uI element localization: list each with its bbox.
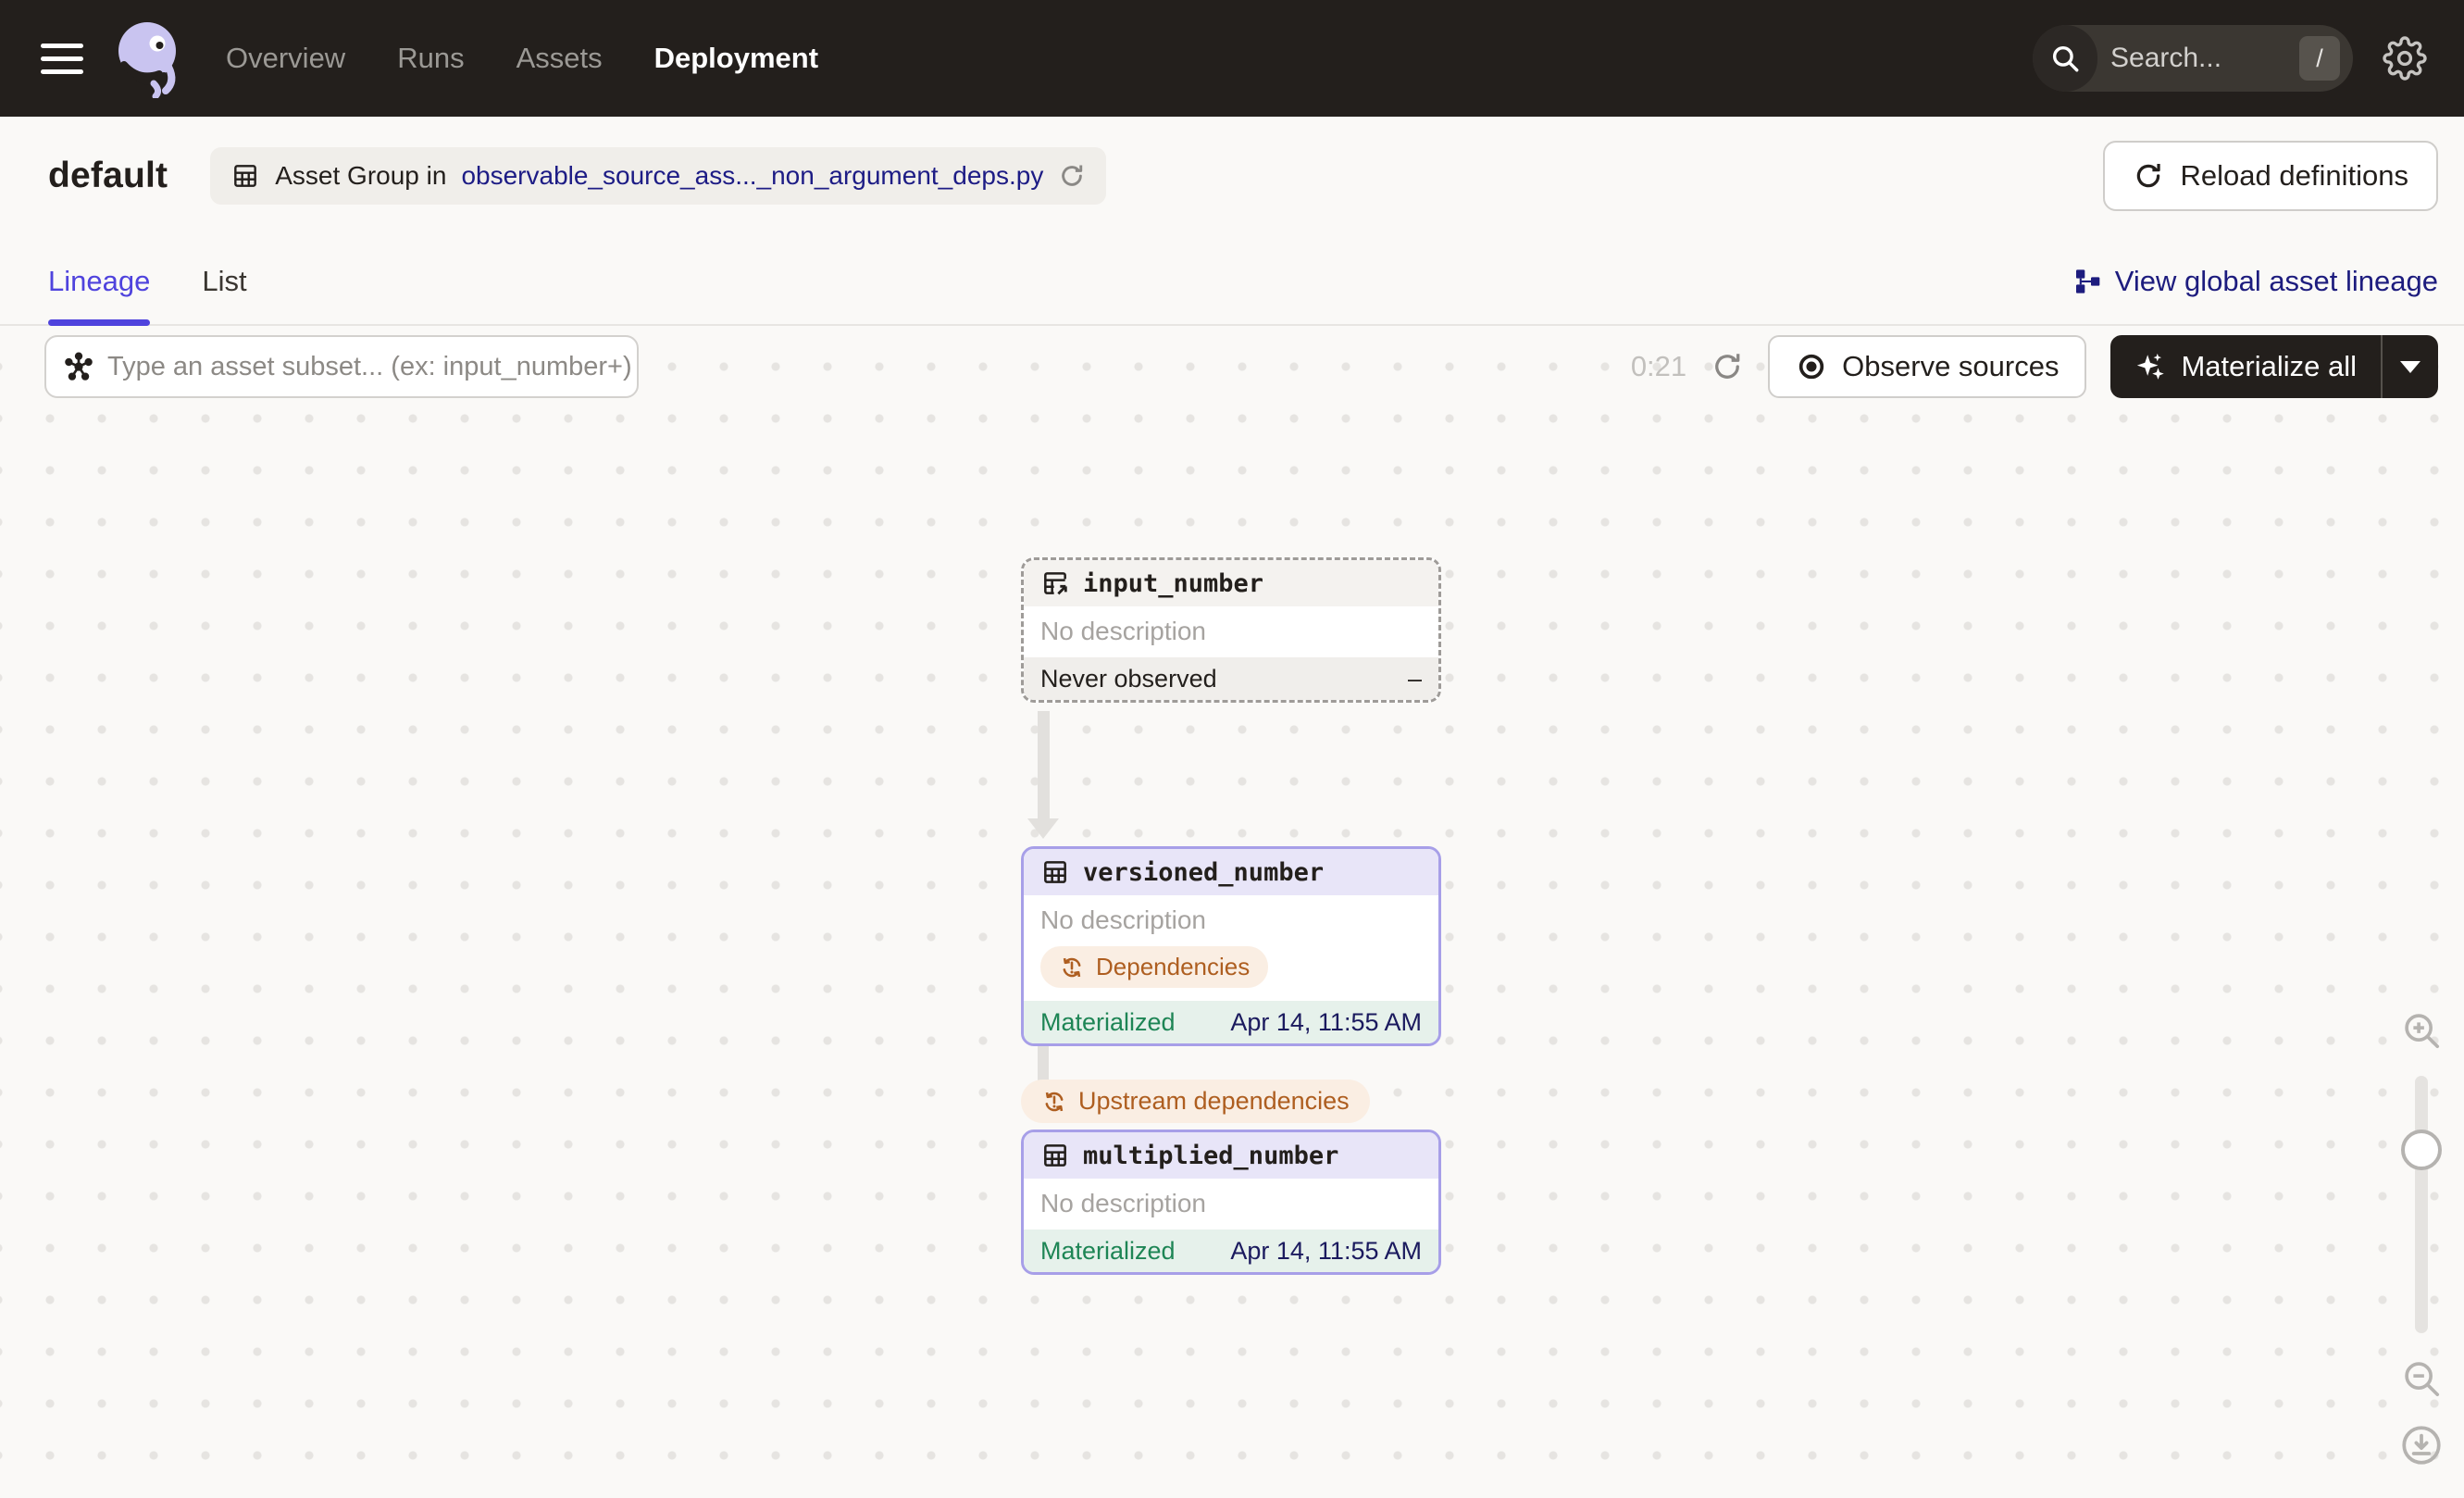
- search-input[interactable]: [2097, 43, 2299, 74]
- asset-description: No description: [1024, 606, 1438, 657]
- asset-name: multiplied_number: [1083, 1141, 1339, 1170]
- asset-status-value: –: [1407, 664, 1422, 693]
- gear-icon[interactable]: [2383, 36, 2427, 81]
- upstream-dependencies-badge[interactable]: Upstream dependencies: [1021, 1080, 1370, 1123]
- dagster-logo[interactable]: [111, 19, 183, 98]
- dependencies-changed-badge[interactable]: Dependencies: [1040, 946, 1269, 988]
- asset-description: No description: [1024, 1179, 1438, 1230]
- sparkle-icon: [2137, 353, 2165, 380]
- asset-node-versioned-number[interactable]: versioned_number No description Dependen…: [1021, 846, 1441, 1046]
- asset-subset-input[interactable]: [94, 351, 633, 382]
- table-icon: [1044, 1144, 1066, 1167]
- primary-nav: Overview Runs Assets Deployment: [226, 42, 818, 75]
- download-icon[interactable]: [2398, 1422, 2445, 1468]
- dagster-app: Overview Runs Assets Deployment / defaul…: [0, 0, 2464, 1498]
- nav-assets[interactable]: Assets: [516, 42, 603, 75]
- source-table-icon: [1044, 572, 1067, 595]
- asset-status: Never observed: [1040, 664, 1217, 693]
- asset-status-timestamp: Apr 14, 11:55 AM: [1230, 1236, 1422, 1265]
- top-nav-bar: Overview Runs Assets Deployment /: [0, 0, 2464, 117]
- lineage-graph-icon: [2075, 269, 2100, 293]
- refresh-icon[interactable]: [1058, 162, 1086, 190]
- materialize-all-button: Materialize all: [2110, 335, 2438, 398]
- hamburger-menu-icon[interactable]: [41, 43, 83, 74]
- nav-overview[interactable]: Overview: [226, 42, 345, 75]
- asset-subset-filter[interactable]: [44, 335, 639, 398]
- table-icon: [1044, 861, 1066, 883]
- tab-lineage[interactable]: Lineage: [48, 265, 151, 326]
- asset-status-timestamp: Apr 14, 11:55 AM: [1230, 1007, 1422, 1036]
- asset-name: versioned_number: [1083, 857, 1325, 887]
- zoom-in-icon[interactable]: [2400, 1009, 2443, 1052]
- refresh-timer: 0:21: [1630, 350, 1687, 382]
- lineage-canvas[interactable]: 0:21 Observe sources: [0, 328, 2464, 1498]
- page-title: default: [48, 156, 168, 195]
- asset-node-input-number[interactable]: input_number No description Never observ…: [1021, 557, 1441, 703]
- observe-sources-button[interactable]: Observe sources: [1768, 335, 2087, 398]
- zoom-controls: [2392, 1009, 2451, 1468]
- asset-group-file-link[interactable]: observable_source_ass..._non_argument_de…: [461, 161, 1043, 191]
- asset-group-pill: Asset Group in observable_source_ass..._…: [210, 147, 1107, 205]
- refresh-icon[interactable]: [1711, 350, 1744, 383]
- zoom-slider[interactable]: [2401, 1076, 2442, 1333]
- view-global-asset-lineage-link[interactable]: View global asset lineage: [2072, 265, 2438, 324]
- asset-status: Materialized: [1040, 1007, 1176, 1036]
- refresh-icon: [2136, 163, 2160, 188]
- asset-description: No description: [1024, 895, 1438, 946]
- asset-subset-icon: [65, 352, 93, 381]
- asset-group-prefix: Asset Group in: [275, 161, 447, 190]
- search-icon: [2033, 25, 2097, 92]
- sync-warning-icon: [1063, 957, 1081, 977]
- eye-icon: [1798, 354, 1824, 380]
- nav-deployment[interactable]: Deployment: [654, 42, 818, 75]
- asset-node-multiplied-number[interactable]: multiplied_number No description Materia…: [1021, 1130, 1441, 1275]
- slash-shortcut-badge: /: [2299, 36, 2340, 81]
- caret-down-icon: [2400, 360, 2420, 373]
- tab-bar: Lineage List View global asset lineage: [0, 235, 2464, 326]
- graph-toolbar: 0:21 Observe sources: [44, 335, 2438, 398]
- zoom-out-icon[interactable]: [2400, 1357, 2443, 1400]
- nav-runs[interactable]: Runs: [397, 42, 464, 75]
- reload-definitions-button[interactable]: Reload definitions: [2102, 141, 2438, 211]
- tab-list[interactable]: List: [202, 265, 246, 324]
- sync-warning-icon: [1045, 1092, 1064, 1111]
- asset-status: Materialized: [1040, 1236, 1176, 1265]
- global-search[interactable]: /: [2033, 25, 2353, 92]
- asset-name: input_number: [1083, 568, 1264, 598]
- materialize-dropdown-button[interactable]: [2383, 335, 2438, 398]
- table-icon: [234, 165, 257, 187]
- materialize-all-main[interactable]: Materialize all: [2110, 335, 2381, 398]
- page-header: default Asset Group in observable_source…: [0, 117, 2464, 235]
- zoom-slider-handle[interactable]: [2401, 1130, 2442, 1170]
